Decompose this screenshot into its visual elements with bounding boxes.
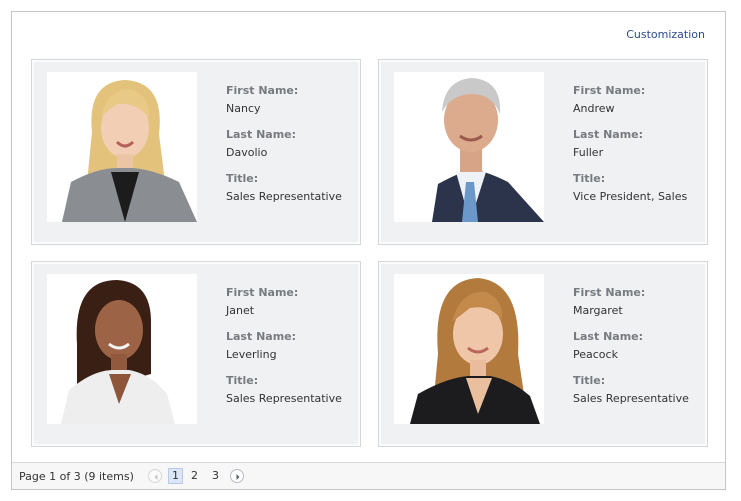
card-view: Customization First Name: Nancy Last Nam… [11, 11, 726, 490]
employee-photo [394, 274, 544, 424]
first-name-label: First Name: [573, 286, 646, 299]
pager: Page 1 of 3 (9 items) 1 2 3 [12, 462, 725, 489]
last-name-label: Last Name: [226, 330, 297, 343]
employee-card[interactable]: First Name: Nancy Last Name: Davolio Tit… [31, 59, 361, 245]
employee-card[interactable]: First Name: Andrew Last Name: Fuller Tit… [378, 59, 708, 245]
last-name-value: Fuller [573, 146, 604, 159]
last-name-label: Last Name: [226, 128, 297, 141]
page-1-button[interactable]: 1 [168, 468, 183, 484]
page-2-button[interactable]: 2 [187, 468, 202, 484]
prev-page-button[interactable] [148, 469, 162, 483]
last-name-value: Leverling [226, 348, 277, 361]
last-name-label: Last Name: [573, 330, 644, 343]
employee-photo [47, 72, 197, 222]
title-value: Sales Representative [226, 190, 342, 203]
title-label: Title: [226, 172, 259, 185]
last-name-value: Davolio [226, 146, 268, 159]
first-name-label: First Name: [226, 84, 299, 97]
pager-summary: Page 1 of 3 (9 items) [19, 470, 134, 483]
first-name-value: Margaret [573, 304, 623, 317]
employee-photo [394, 72, 544, 222]
title-label: Title: [573, 172, 606, 185]
employee-photo [47, 274, 197, 424]
page-3-button[interactable]: 3 [208, 468, 223, 484]
title-value: Vice President, Sales [573, 190, 688, 203]
title-label: Title: [226, 374, 259, 387]
employee-card[interactable]: First Name: Margaret Last Name: Peacock … [378, 261, 708, 447]
last-name-label: Last Name: [573, 128, 644, 141]
first-name-value: Janet [226, 304, 255, 317]
first-name-value: Andrew [573, 102, 615, 115]
customization-link[interactable]: Customization [626, 28, 705, 41]
title-value: Sales Representative [573, 392, 689, 405]
first-name-value: Nancy [226, 102, 261, 115]
chevron-left-icon [154, 474, 158, 480]
first-name-label: First Name: [573, 84, 646, 97]
last-name-value: Peacock [573, 348, 618, 361]
chevron-right-icon [236, 474, 240, 480]
title-value: Sales Representative [226, 392, 342, 405]
title-label: Title: [573, 374, 606, 387]
first-name-label: First Name: [226, 286, 299, 299]
employee-card[interactable]: First Name: Janet Last Name: Leverling T… [31, 261, 361, 447]
next-page-button[interactable] [230, 469, 244, 483]
